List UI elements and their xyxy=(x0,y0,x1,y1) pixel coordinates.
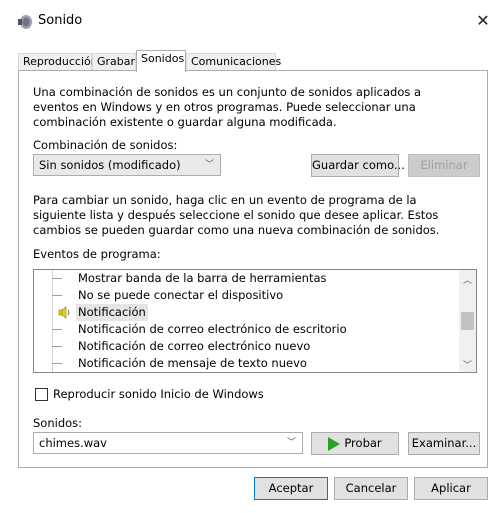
delete-button[interactable]: Eliminar xyxy=(408,154,480,177)
save-as-button[interactable]: Guardar como... xyxy=(311,154,405,177)
tab-playback[interactable]: Reproducción xyxy=(18,53,98,71)
chevron-down-icon: ﹀ xyxy=(286,438,296,448)
scheme-label: Combinación de sonidos: xyxy=(33,138,178,152)
change-help-text: Para cambiar un sonido, haga clic en un … xyxy=(33,193,440,237)
sounds-panel: Una combinación de sonidos es un conjunt… xyxy=(18,70,488,468)
chevron-down-icon: ﹀ xyxy=(204,160,214,170)
sound-file-value: chimes.wav xyxy=(39,436,107,450)
test-button[interactable]: Probar xyxy=(311,432,399,455)
list-item[interactable]: Notificación de mensaje de texto nuevo xyxy=(34,355,459,372)
tab-recording[interactable]: Grabar xyxy=(92,53,136,71)
scheme-dropdown[interactable]: Sin sonidos (modificado) ﹀ xyxy=(33,154,221,176)
program-events-list[interactable]: Mostrar banda de la barra de herramienta… xyxy=(33,269,477,373)
tab-communications[interactable]: Comunicaciones xyxy=(186,53,281,71)
cancel-button[interactable]: Cancelar xyxy=(334,477,408,500)
tree-connector xyxy=(52,363,62,364)
test-label: Probar xyxy=(344,436,382,450)
play-icon xyxy=(328,436,341,451)
intro-text: Una combinación de sonidos es un conjunt… xyxy=(33,85,422,129)
tree-connector xyxy=(52,329,62,330)
tree-connector xyxy=(52,278,62,279)
speaker-app-icon xyxy=(18,15,32,29)
title-bar: Sonido ✕ xyxy=(0,0,504,42)
list-item[interactable]: Notificación de correo electrónico nuevo xyxy=(34,338,459,355)
event-label: Notificación de correo electrónico de es… xyxy=(78,322,347,336)
list-item[interactable]: No se puede conectar el dispositivo xyxy=(34,287,459,304)
browse-button[interactable]: Examinar... xyxy=(408,432,480,455)
event-label: No se puede conectar el dispositivo xyxy=(78,288,284,302)
chevron-up-icon[interactable]: ︿ xyxy=(463,273,472,286)
event-label: Mostrar banda de la barra de herramienta… xyxy=(78,271,327,285)
vertical-scrollbar[interactable]: ︿ ﹀ xyxy=(459,270,476,372)
speaker-icon xyxy=(58,306,70,319)
sounds-label: Sonidos: xyxy=(33,416,83,430)
startup-sound-label[interactable]: Reproducir sonido Inicio de Windows xyxy=(53,387,264,402)
events-label: Eventos de programa: xyxy=(33,247,161,261)
list-item[interactable]: Notificación de correo electrónico de es… xyxy=(34,321,459,338)
tree-connector xyxy=(52,346,62,347)
apply-button[interactable]: Aplicar xyxy=(414,477,488,500)
event-label: Notificación de correo electrónico nuevo xyxy=(78,339,311,353)
list-item[interactable]: Mostrar banda de la barra de herramienta… xyxy=(34,270,459,287)
scrollbar-thumb[interactable] xyxy=(461,312,474,330)
list-item-selected[interactable]: Notificación xyxy=(34,304,459,321)
sound-file-dropdown[interactable]: chimes.wav ﹀ xyxy=(33,432,303,454)
close-icon[interactable]: ✕ xyxy=(472,10,494,32)
tab-sounds[interactable]: Sonidos xyxy=(136,50,186,72)
event-label: Notificación xyxy=(76,304,148,321)
event-label: Notificación de mensaje de texto nuevo xyxy=(78,356,307,370)
startup-sound-checkbox[interactable] xyxy=(35,388,48,401)
scheme-value: Sin sonidos (modificado) xyxy=(39,158,181,172)
ok-button[interactable]: Aceptar xyxy=(254,477,328,500)
window-title: Sonido xyxy=(38,13,83,28)
chevron-down-icon[interactable]: ﹀ xyxy=(463,358,472,371)
tree-connector xyxy=(52,295,62,296)
